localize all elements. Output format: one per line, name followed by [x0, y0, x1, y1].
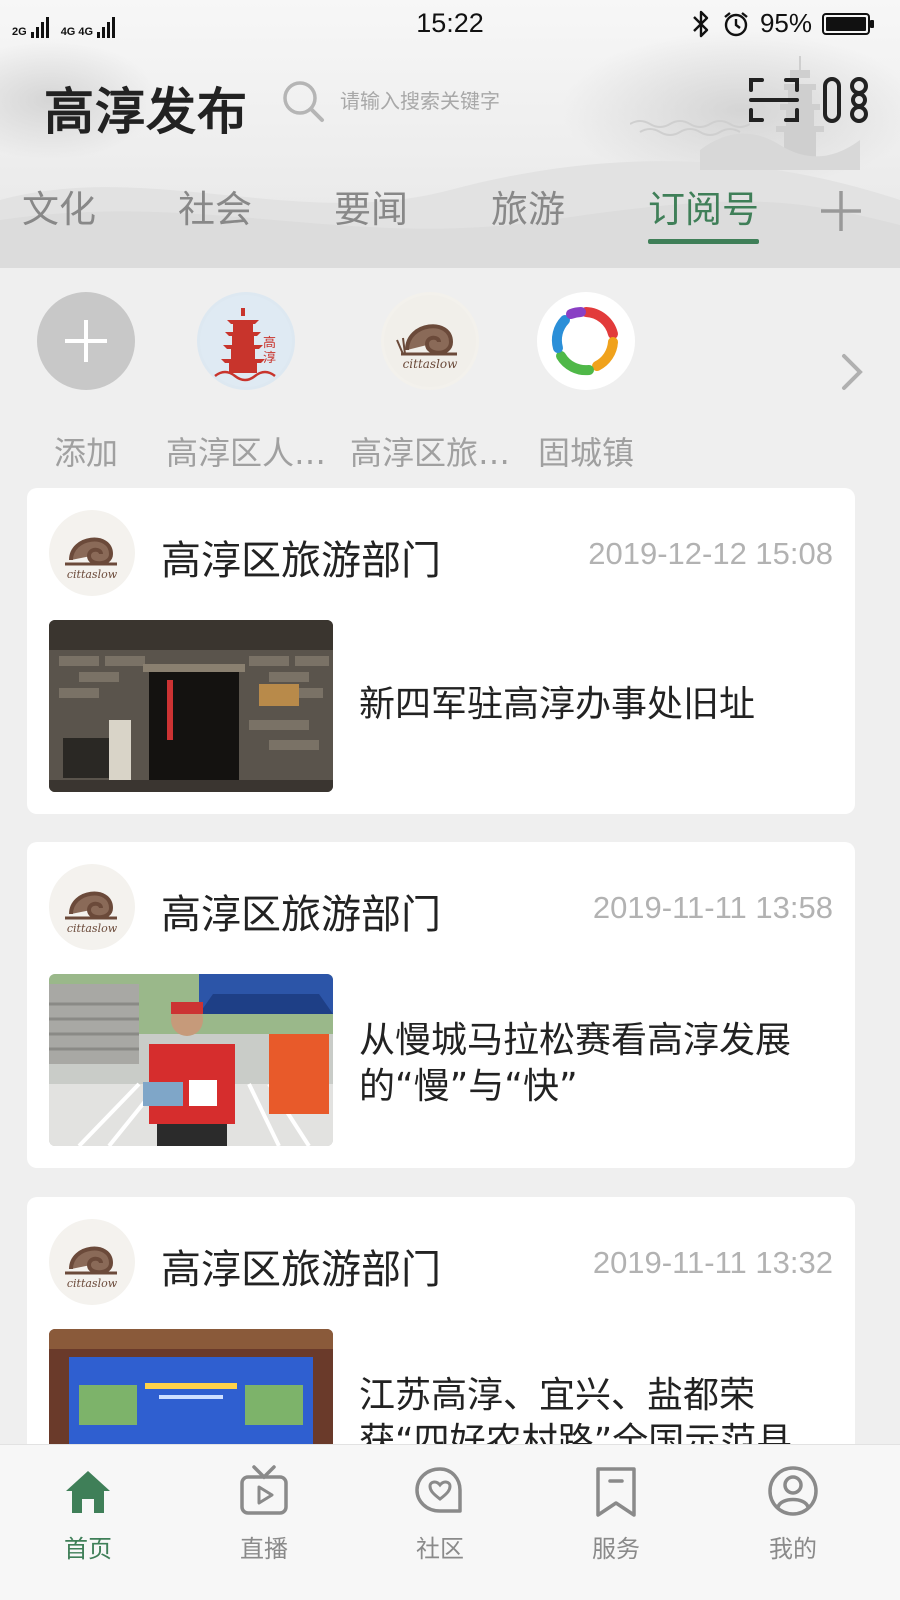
active-tab-indicator: [648, 239, 759, 244]
plus-icon[interactable]: [818, 188, 864, 234]
subscription-label: 添加: [53, 434, 118, 472]
bluetooth-icon: [693, 10, 709, 37]
svg-text:cittaslow: cittaslow: [67, 922, 118, 935]
publish-time: 2019-11-11 13:58: [592, 890, 833, 925]
subscription-item[interactable]: 高 淳 高淳区人…: [161, 292, 331, 474]
status-right: 95%: [690, 8, 874, 39]
subscription-strip: 添加 高 淳 高淳区人… cittaslow 高淳区旅… 固城镇: [0, 270, 900, 480]
home-icon: [66, 1471, 110, 1513]
tab-news[interactable]: 要闻: [334, 180, 408, 250]
source-name: 高淳区旅游部门: [161, 538, 441, 584]
nav-profile[interactable]: 我的: [733, 1463, 853, 1564]
user-icon: [768, 1466, 818, 1516]
source-name: 高淳区旅游部门: [161, 892, 441, 938]
tab-society[interactable]: 社会: [178, 180, 252, 250]
tab-label: 文化: [22, 188, 96, 231]
source-name: 高淳区旅游部门: [161, 1247, 441, 1293]
nav-home[interactable]: 首页: [28, 1463, 148, 1564]
subscription-add[interactable]: 添加: [1, 292, 171, 474]
chat-heart-icon: [415, 1467, 462, 1513]
menu-icon[interactable]: [822, 76, 872, 124]
add-subscription-button[interactable]: [37, 292, 135, 390]
subscription-item[interactable]: cittaslow 高淳区旅…: [345, 292, 515, 474]
tab-subscriptions[interactable]: 订阅号: [648, 180, 759, 250]
nav-label: 我的: [769, 1535, 817, 1563]
tab-label: 社会: [178, 188, 252, 231]
nav-label: 首页: [64, 1535, 112, 1563]
headline-line: 江苏高淳、宜兴、盐都荣: [359, 1375, 756, 1416]
chevron-right-icon[interactable]: [836, 350, 866, 394]
subscription-label: 高淳区人…: [165, 434, 326, 472]
svg-text:淳: 淳: [263, 350, 276, 366]
snail-logo: cittaslow: [381, 292, 479, 390]
pinwheel-logo: [537, 292, 635, 390]
article-thumbnail: [49, 620, 333, 792]
svg-text:高: 高: [263, 335, 276, 351]
plus-icon: [65, 320, 107, 362]
feed-card[interactable]: cittaslow 高淳区旅游部门 2019-11-11 13:58 从慢城马拉…: [27, 842, 855, 1168]
subscription-label: 固城镇: [537, 434, 634, 472]
article-headline[interactable]: 新四军驻高淳办事处旧址: [359, 682, 839, 728]
headline-line: 新四军驻高淳办事处旧址: [359, 684, 756, 725]
status-bar: 2G 4G 4G 15:22 95%: [0, 0, 900, 48]
headline-line: 的“慢”与“快”: [359, 1066, 578, 1107]
svg-text:cittaslow: cittaslow: [403, 357, 459, 371]
svg-text:cittaslow: cittaslow: [67, 1277, 118, 1290]
article-thumbnail: [49, 974, 333, 1146]
scan-icon[interactable]: [748, 76, 800, 124]
publish-time: 2019-11-11 13:32: [592, 1245, 833, 1280]
bookmark-icon: [596, 1467, 636, 1517]
snail-avatar: cittaslow: [49, 1219, 135, 1305]
tab-culture[interactable]: 文化: [22, 180, 96, 250]
publish-time: 2019-12-12 15:08: [588, 536, 833, 571]
nav-services[interactable]: 服务: [556, 1463, 676, 1564]
battery-percent: 95%: [759, 8, 812, 38]
wave-decoration: [630, 120, 750, 136]
article-headline[interactable]: 从慢城马拉松赛看高淳发展 的“慢”与“快”: [359, 1018, 839, 1110]
nav-community[interactable]: 社区: [380, 1463, 500, 1564]
category-tabs: 文化 社会 要闻 旅游 订阅号: [0, 180, 900, 260]
pagoda-logo: 高 淳: [197, 292, 295, 390]
snail-avatar: cittaslow: [49, 510, 135, 596]
search-bar[interactable]: [280, 76, 610, 126]
svg-text:cittaslow: cittaslow: [67, 568, 118, 581]
nav-label: 直播: [240, 1535, 288, 1563]
snail-avatar: cittaslow: [49, 864, 135, 950]
nav-label: 社区: [416, 1535, 464, 1563]
nav-live[interactable]: 直播: [204, 1463, 324, 1564]
tv-play-icon: [240, 1465, 288, 1515]
subscription-label: 高淳区旅…: [349, 434, 510, 472]
feed-card[interactable]: cittaslow 高淳区旅游部门 2019-12-12 15:08 新四军驻高…: [27, 488, 855, 814]
subscription-item[interactable]: 固城镇: [501, 292, 671, 474]
tab-label: 要闻: [334, 188, 408, 231]
tab-label: 订阅号: [648, 188, 759, 231]
tab-label: 旅游: [491, 188, 565, 231]
app-title: 高淳发布: [44, 83, 248, 141]
search-input[interactable]: [340, 89, 600, 113]
tab-tourism[interactable]: 旅游: [491, 180, 565, 250]
nav-label: 服务: [592, 1535, 640, 1563]
headline-line: 从慢城马拉松赛看高淳发展: [359, 1020, 792, 1061]
alarm-icon: [724, 11, 748, 36]
battery-icon: [822, 12, 874, 35]
search-icon[interactable]: [280, 78, 326, 124]
bottom-navigation: 首页 直播 社区 服务 我的: [0, 1444, 900, 1600]
